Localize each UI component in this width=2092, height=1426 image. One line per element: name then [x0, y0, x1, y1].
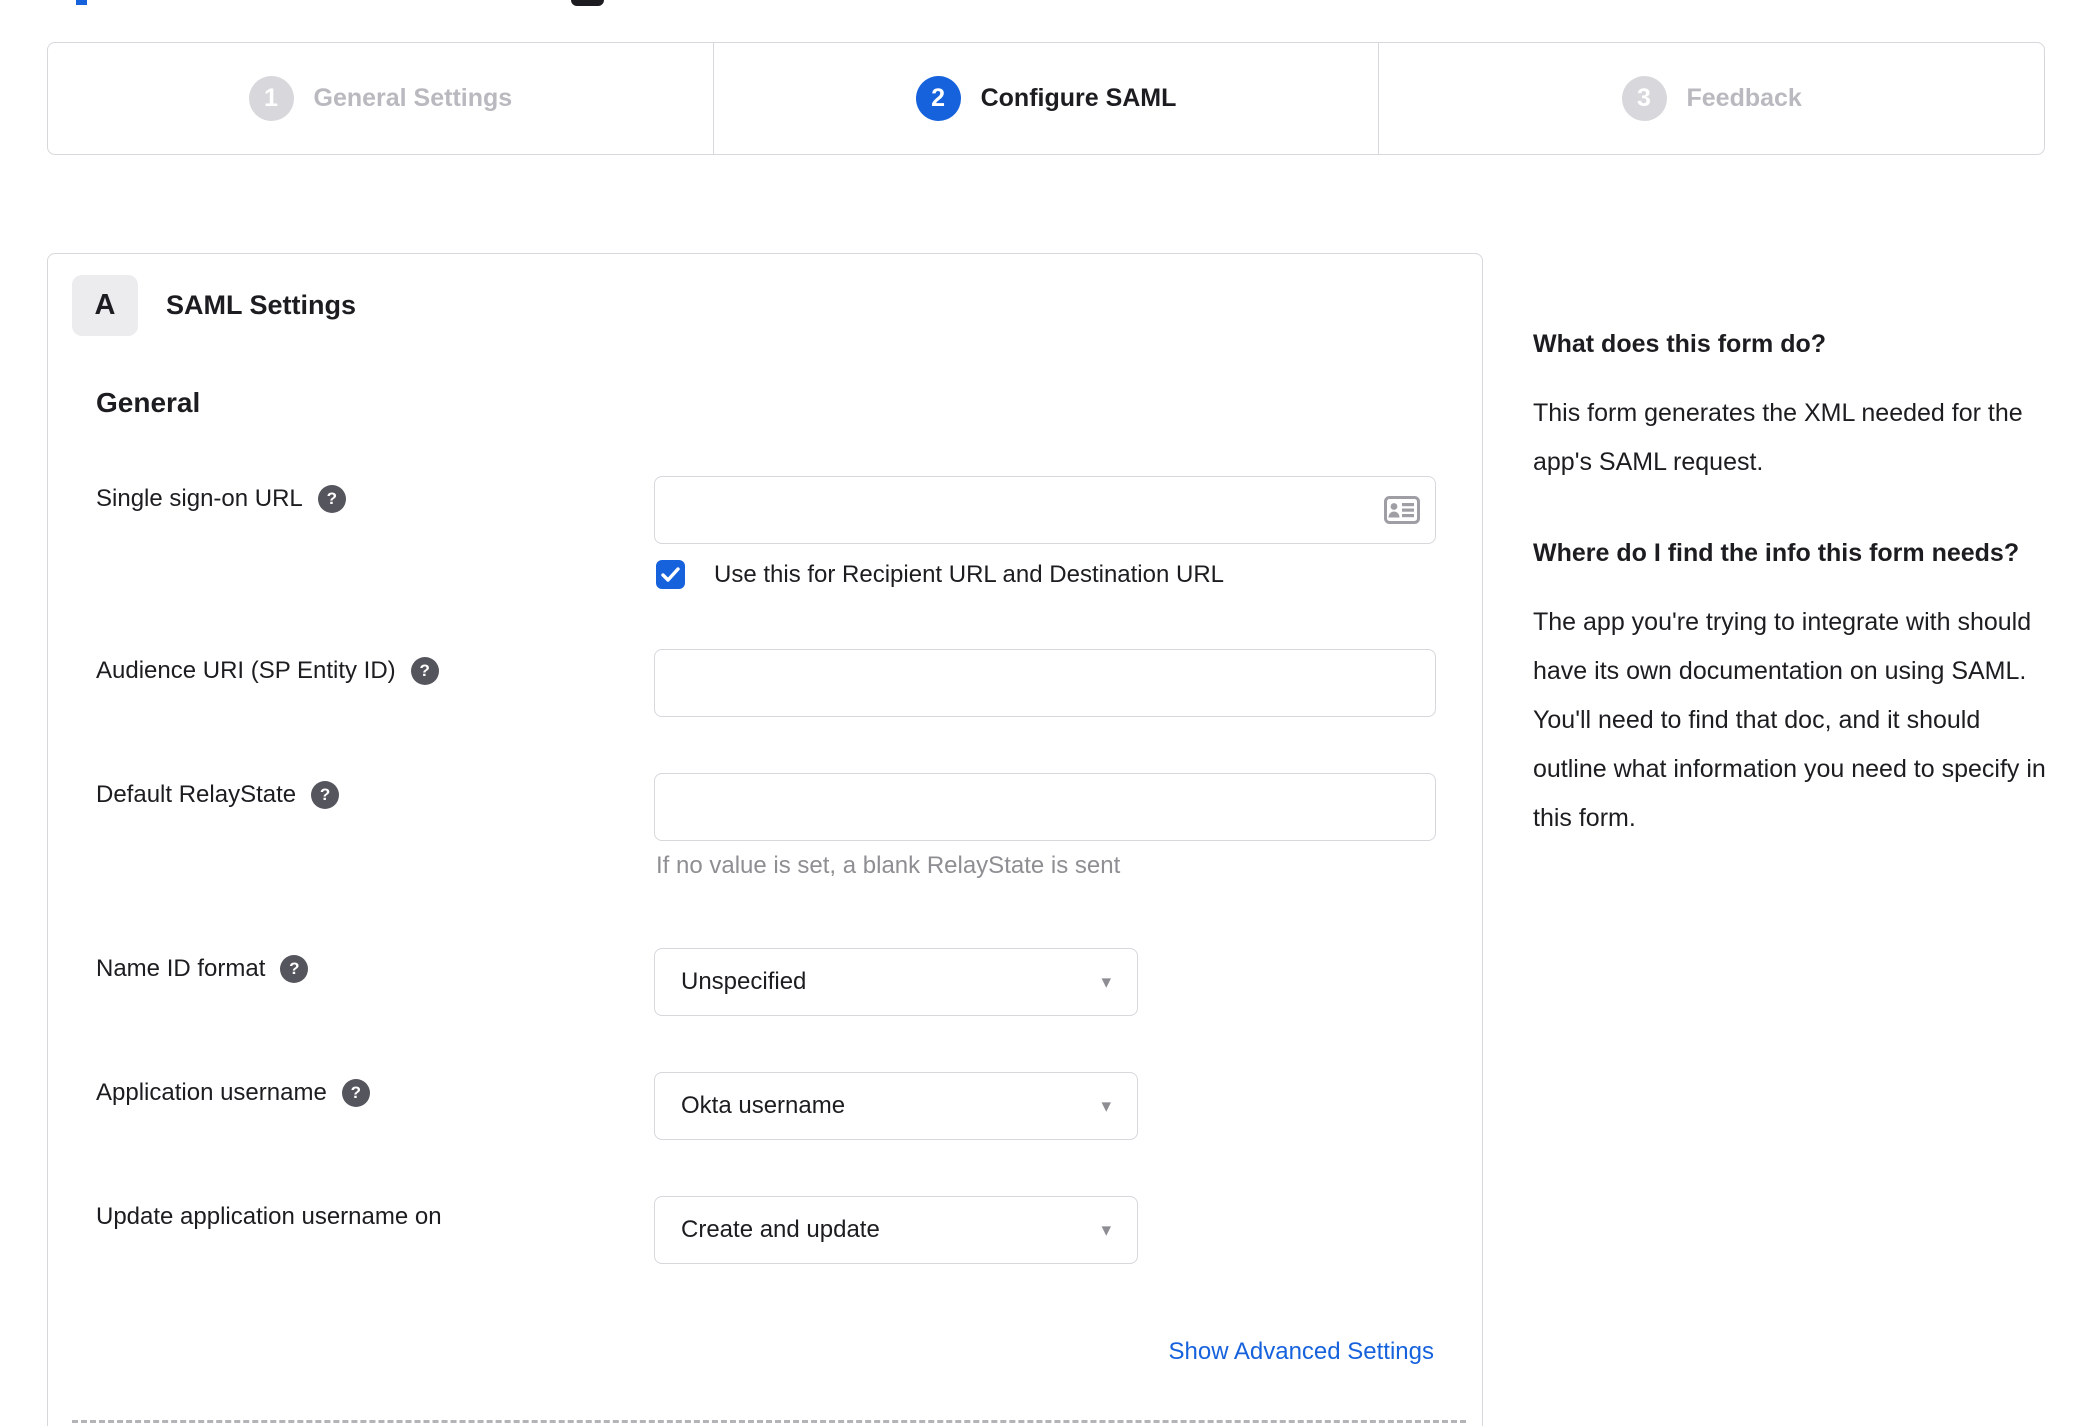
saml-settings-panel: A SAML Settings General Single sign-on U…	[47, 253, 1483, 1426]
step-configure-saml[interactable]: 2 Configure SAML	[712, 43, 1379, 154]
step-general-settings[interactable]: 1 General Settings	[48, 43, 713, 154]
wizard-stepper: 1 General Settings 2 Configure SAML 3 Fe…	[47, 42, 2045, 155]
single-sign-on-url-input[interactable]	[654, 476, 1436, 544]
step-1-number-badge: 1	[248, 76, 294, 121]
application-username-select[interactable]: Okta username ▾	[654, 1072, 1138, 1140]
help-icon[interactable]: ?	[341, 1079, 370, 1107]
panel-header: A SAML Settings	[72, 275, 356, 336]
chevron-down-icon: ▾	[1101, 1219, 1111, 1241]
default-relaystate-input[interactable]	[654, 773, 1436, 841]
step-3-number-badge: 3	[1621, 76, 1667, 121]
step-2-number-badge: 2	[915, 76, 961, 121]
help-icon[interactable]: ?	[280, 955, 309, 983]
section-dashed-divider	[72, 1420, 1466, 1423]
show-advanced-settings-link[interactable]: Show Advanced Settings	[1168, 1338, 1434, 1366]
step-feedback[interactable]: 3 Feedback	[1378, 43, 2044, 154]
cutoff-tab-underline-fragment	[76, 0, 87, 5]
application-username-label: Application username ?	[96, 1079, 370, 1107]
help-icon[interactable]: ?	[317, 485, 346, 513]
help-answer-1: This form generates the XML needed for t…	[1533, 399, 2023, 476]
audience-uri-input[interactable]	[654, 649, 1436, 717]
help-icon[interactable]: ?	[410, 657, 439, 685]
update-application-username-value: Create and update	[681, 1216, 880, 1243]
general-section-heading: General	[96, 387, 201, 418]
name-id-format-value: Unspecified	[681, 968, 807, 995]
update-application-username-select[interactable]: Create and update ▾	[654, 1196, 1138, 1264]
section-a-badge: A	[72, 275, 138, 336]
chevron-down-icon: ▾	[1101, 971, 1111, 993]
single-sign-on-url-label: Single sign-on URL ?	[96, 485, 346, 513]
step-1-label: General Settings	[313, 84, 513, 112]
use-for-recipient-destination-label: Use this for Recipient URL and Destinati…	[714, 561, 1225, 588]
panel-title: SAML Settings	[166, 290, 357, 320]
name-id-format-label: Name ID format ?	[96, 955, 309, 983]
help-question-2: Where do I find the info this form needs…	[1533, 539, 2020, 567]
chevron-down-icon: ▾	[1101, 1095, 1111, 1117]
help-sidebar: What does this form do? This form genera…	[1533, 322, 2048, 843]
step-3-label: Feedback	[1686, 84, 1802, 112]
audience-uri-label: Audience URI (SP Entity ID) ?	[96, 657, 439, 685]
help-icon[interactable]: ?	[311, 781, 340, 809]
name-id-format-select[interactable]: Unspecified ▾	[654, 948, 1138, 1016]
cutoff-dark-control-fragment	[571, 0, 604, 6]
checkmark-icon	[661, 567, 680, 582]
help-question-1: What does this form do?	[1533, 330, 1827, 358]
use-for-recipient-destination-checkbox[interactable]	[656, 560, 685, 589]
update-application-username-label: Update application username on	[96, 1203, 442, 1230]
relaystate-helper-text: If no value is set, a blank RelayState i…	[656, 852, 1121, 879]
default-relaystate-label: Default RelayState ?	[96, 781, 340, 809]
step-2-label: Configure SAML	[980, 84, 1177, 112]
help-answer-2: The app you're trying to integrate with …	[1533, 608, 2046, 832]
application-username-value: Okta username	[681, 1092, 846, 1119]
